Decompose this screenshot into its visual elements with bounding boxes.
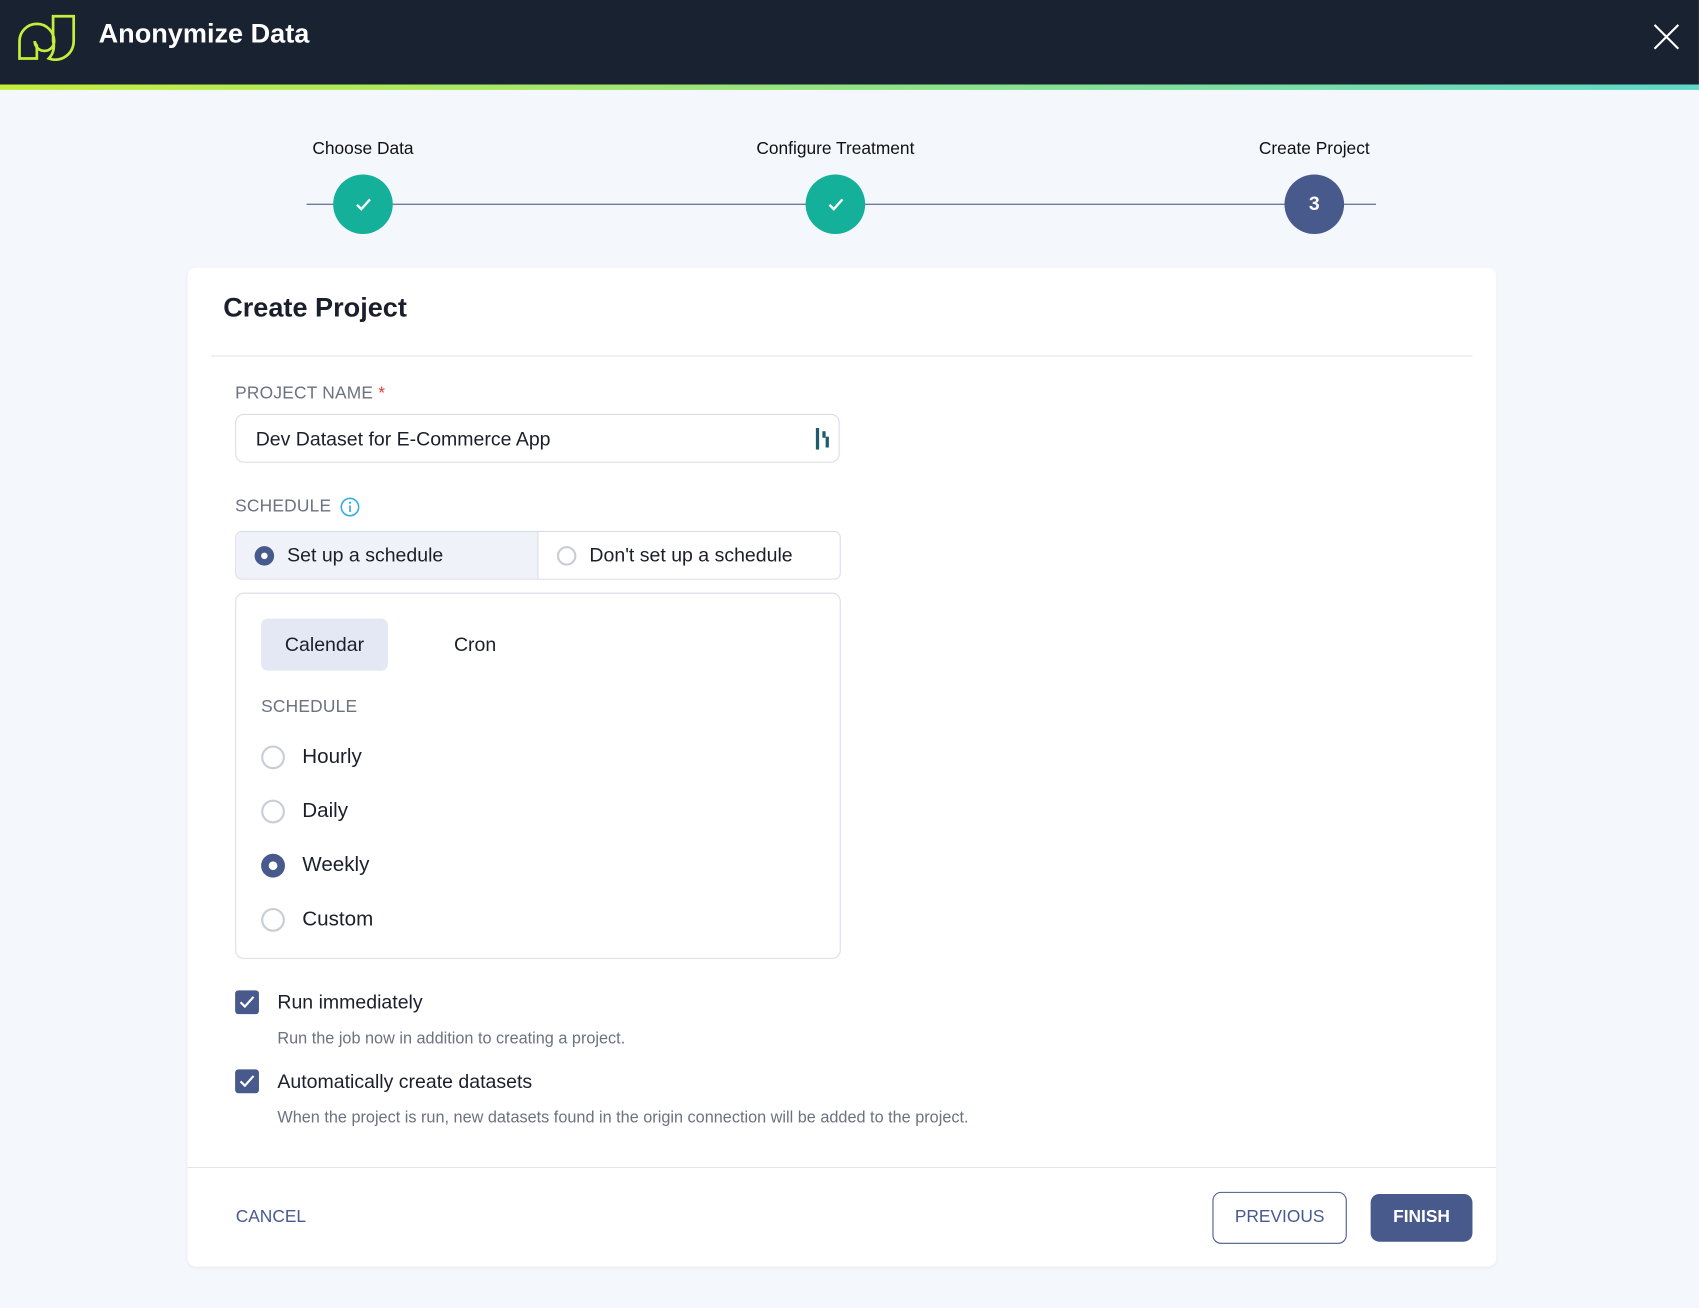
- password-manager-icon[interactable]: [815, 427, 830, 450]
- set-up-schedule-option[interactable]: Set up a schedule: [236, 531, 539, 579]
- frequency-label: SCHEDULE: [261, 697, 358, 717]
- check-icon: [239, 996, 255, 1009]
- run-immediately-checkbox[interactable]: [235, 990, 259, 1015]
- frequency-custom[interactable]: Custom: [261, 907, 374, 932]
- tab-cron[interactable]: Cron: [423, 619, 528, 671]
- footer-divider: [187, 1166, 1497, 1169]
- step-2-complete[interactable]: [805, 174, 866, 235]
- divider: [211, 355, 1473, 357]
- radio-selected: [261, 853, 285, 878]
- project-name-value: Dev Dataset for E-Commerce App: [255, 427, 551, 450]
- option-label: Set up a schedule: [287, 543, 444, 566]
- frequency-hourly[interactable]: Hourly: [261, 745, 362, 770]
- window-title: Anonymize Data: [98, 18, 310, 49]
- close-icon[interactable]: [1651, 22, 1681, 52]
- schedule-label: SCHEDULE: [235, 497, 360, 517]
- required-mark: *: [378, 384, 386, 404]
- frequency-label-text: Weekly: [302, 853, 370, 877]
- frequency-label-text: Custom: [302, 907, 374, 931]
- radio-unselected: [261, 745, 285, 770]
- project-name-label: PROJECT NAME *: [235, 385, 385, 405]
- accent-bar: [0, 84, 1699, 90]
- frequency-label-text: Daily: [302, 799, 349, 823]
- page-title: Create Project: [223, 292, 407, 323]
- cancel-button[interactable]: CANCEL: [222, 1194, 320, 1242]
- check-icon: [239, 1075, 255, 1088]
- frequency-weekly[interactable]: Weekly: [261, 853, 370, 878]
- step-1-complete[interactable]: [333, 174, 393, 235]
- step-3-current: 3: [1284, 174, 1345, 235]
- tab-calendar[interactable]: Calendar: [261, 618, 388, 671]
- frequency-label-text: Hourly: [302, 745, 362, 769]
- radio-unselected: [261, 907, 285, 932]
- radio-selected: [254, 545, 275, 566]
- logo-icon: [18, 14, 76, 62]
- run-immediately-help: Run the job now in addition to creating …: [277, 1029, 626, 1048]
- finish-button[interactable]: FINISH: [1370, 1194, 1473, 1242]
- schedule-toggle: Set up a schedule Don't set up a schedul…: [235, 530, 841, 580]
- previous-button[interactable]: PREVIOUS: [1212, 1191, 1347, 1244]
- auto-create-checkbox[interactable]: [235, 1069, 259, 1094]
- step-label-configure-treatment: Configure Treatment: [756, 139, 915, 159]
- check-icon: [828, 198, 843, 211]
- step-label-create-project: Create Project: [1258, 139, 1370, 159]
- no-schedule-option[interactable]: Don't set up a schedule: [538, 532, 839, 579]
- run-immediately-label: Run immediately: [277, 991, 423, 1014]
- info-icon[interactable]: [340, 497, 360, 517]
- schedule-label-text: SCHEDULE: [235, 497, 332, 516]
- project-name-input[interactable]: Dev Dataset for E-Commerce App: [235, 413, 840, 463]
- radio-unselected: [556, 545, 577, 566]
- option-label: Don't set up a schedule: [589, 543, 793, 566]
- auto-create-label: Automatically create datasets: [277, 1070, 533, 1093]
- project-name-label-text: PROJECT NAME: [235, 384, 374, 404]
- frequency-daily[interactable]: Daily: [261, 799, 349, 824]
- auto-create-help: When the project is run, new datasets fo…: [277, 1108, 969, 1127]
- step-label-choose-data: Choose Data: [312, 139, 414, 159]
- check-icon: [355, 198, 371, 211]
- radio-unselected: [261, 799, 285, 824]
